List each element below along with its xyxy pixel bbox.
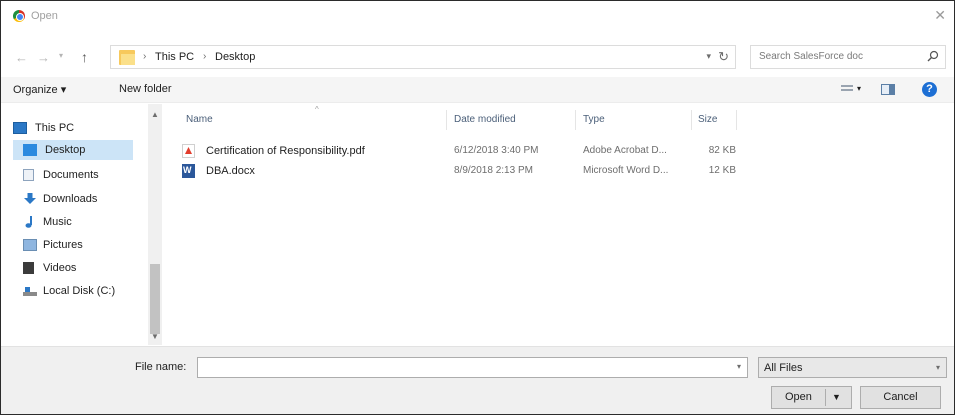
cancel-button[interactable]: Cancel <box>860 386 941 409</box>
scrollbar-thumb[interactable] <box>150 264 160 334</box>
desktop-icon <box>23 144 37 156</box>
chevron-down-icon[interactable]: ▾ <box>936 363 940 372</box>
file-row[interactable]: DBA.docx 8/9/2018 2:13 PM Microsoft Word… <box>176 162 736 180</box>
nav-item-label: Local Disk (C:) <box>43 285 116 297</box>
column-header-size[interactable]: Size <box>698 114 717 125</box>
chevron-down-icon[interactable]: ▾ <box>857 84 861 93</box>
title-bar: Open ✕ <box>1 1 954 31</box>
close-icon[interactable]: ✕ <box>934 7 946 24</box>
file-type: Microsoft Word D... <box>583 165 669 176</box>
forward-arrow-icon[interactable]: → <box>37 50 50 65</box>
nav-item-label: Videos <box>43 262 77 274</box>
preview-pane-icon[interactable] <box>881 84 895 95</box>
file-size: 82 KB <box>708 145 736 156</box>
organize-button[interactable]: Organize ▾ <box>13 83 66 96</box>
column-divider[interactable] <box>575 110 576 130</box>
help-icon[interactable]: ? <box>922 82 937 97</box>
file-name-label: File name: <box>135 361 187 373</box>
scroll-up-icon[interactable]: ▲ <box>151 110 159 119</box>
documents-icon <box>23 169 34 181</box>
search-icon[interactable] <box>927 50 939 62</box>
nav-item-label: Documents <box>43 169 99 181</box>
breadcrumb-this-pc[interactable]: This PC <box>155 51 194 63</box>
nav-item-local-disk[interactable]: Local Disk (C:) <box>13 281 143 301</box>
videos-icon <box>23 262 34 274</box>
nav-item-desktop[interactable]: Desktop <box>13 140 133 160</box>
open-options-arrow-icon[interactable]: ▼ <box>832 387 841 408</box>
command-toolbar: Organize ▾ New folder ▾ ? <box>1 77 954 103</box>
split-divider <box>825 389 826 406</box>
search-box <box>750 45 946 69</box>
nav-scrollbar[interactable]: ▲ ▼ <box>148 104 162 345</box>
address-row: ← → ▾ ↑ › This PC › Desktop ▾ ↻ <box>1 31 954 77</box>
file-date: 6/12/2018 3:40 PM <box>454 145 539 156</box>
nav-item-music[interactable]: Music <box>13 212 143 232</box>
refresh-icon[interactable]: ↻ <box>718 49 729 65</box>
disk-icon <box>23 287 37 296</box>
file-list: ^ Name Date modified Type Size Certifica… <box>162 104 954 345</box>
nav-item-label: Music <box>43 216 72 228</box>
chevron-down-icon[interactable]: ▾ <box>706 51 711 62</box>
pdf-file-icon <box>182 144 195 158</box>
search-input[interactable] <box>757 50 917 63</box>
up-arrow-icon[interactable]: ↑ <box>81 49 88 65</box>
pictures-icon <box>23 239 37 251</box>
breadcrumb-separator-icon: › <box>203 51 207 62</box>
column-header-type[interactable]: Type <box>583 114 605 125</box>
open-button[interactable]: Open ▼ <box>771 386 852 409</box>
nav-item-label: Pictures <box>43 239 83 251</box>
nav-item-label: Downloads <box>43 193 98 205</box>
window-title: Open <box>31 10 58 22</box>
music-icon <box>25 216 32 228</box>
nav-item-this-pc[interactable]: This PC <box>13 118 143 138</box>
folder-icon <box>119 50 135 65</box>
nav-item-label: This PC <box>35 122 75 134</box>
file-name-combobox: ▾ <box>197 357 748 378</box>
file-date: 8/9/2018 2:13 PM <box>454 165 533 176</box>
open-file-dialog: Open ✕ ← → ▾ ↑ › This PC › Desktop ▾ ↻ O… <box>0 0 955 415</box>
file-type: Adobe Acrobat D... <box>583 145 667 156</box>
nav-item-label: Desktop <box>45 144 86 156</box>
breadcrumb-separator-icon: › <box>143 51 147 62</box>
file-type-selected: All Files <box>764 362 803 374</box>
navigation-pane: This PC Desktop Documents Downloads Musi… <box>1 104 162 345</box>
file-name: Certification of Responsibility.pdf <box>206 145 365 157</box>
word-file-icon <box>182 164 195 178</box>
file-name: DBA.docx <box>206 165 255 177</box>
computer-icon <box>13 122 27 134</box>
downloads-icon <box>24 193 36 204</box>
new-folder-button[interactable]: New folder <box>119 83 172 95</box>
column-header-name[interactable]: Name <box>186 114 213 125</box>
recent-locations-icon[interactable]: ▾ <box>59 51 63 60</box>
file-name-input[interactable] <box>202 358 722 376</box>
back-arrow-icon[interactable]: ← <box>15 50 28 65</box>
nav-item-downloads[interactable]: Downloads <box>13 189 143 209</box>
nav-item-documents[interactable]: Documents <box>13 165 143 185</box>
chrome-icon <box>13 10 25 22</box>
file-size: 12 KB <box>708 165 736 176</box>
column-header-date[interactable]: Date modified <box>454 114 516 125</box>
scroll-down-icon[interactable]: ▼ <box>151 332 159 341</box>
chevron-down-icon[interactable]: ▾ <box>737 362 741 371</box>
view-options-icon[interactable] <box>841 85 853 95</box>
column-divider[interactable] <box>691 110 692 130</box>
bottom-bar: File name: ▾ All Files ▾ Open ▼ Cancel <box>1 346 954 414</box>
nav-item-videos[interactable]: Videos <box>13 258 143 278</box>
open-button-label: Open <box>785 391 812 403</box>
file-type-select[interactable]: All Files ▾ <box>758 357 947 378</box>
breadcrumb-desktop[interactable]: Desktop <box>215 51 255 63</box>
address-bar[interactable]: › This PC › Desktop ▾ ↻ <box>110 45 736 69</box>
column-divider[interactable] <box>446 110 447 130</box>
sort-caret-icon: ^ <box>315 105 319 114</box>
nav-item-pictures[interactable]: Pictures <box>13 235 143 255</box>
file-row[interactable]: Certification of Responsibility.pdf 6/12… <box>176 142 736 160</box>
column-divider[interactable] <box>736 110 737 130</box>
